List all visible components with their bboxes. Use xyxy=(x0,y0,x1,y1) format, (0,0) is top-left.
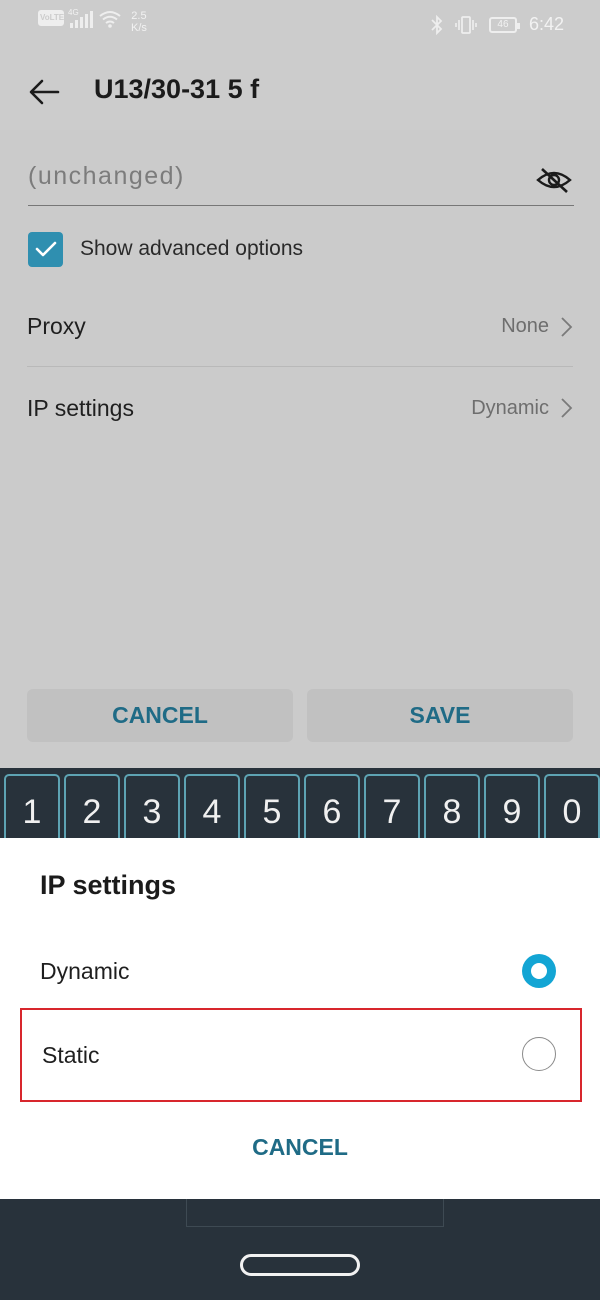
keyboard-spacebar-remnant xyxy=(186,1199,444,1227)
key-8[interactable]: 8 xyxy=(424,774,480,838)
status-left: VoLTE 4G 2.5 K/s xyxy=(38,8,147,34)
key-4[interactable]: 4 xyxy=(184,774,240,838)
dynamic-radio-selected[interactable] xyxy=(522,954,556,988)
password-field[interactable]: (unchanged) xyxy=(28,154,574,206)
show-advanced-options-row[interactable]: Show advanced options xyxy=(28,229,303,269)
key-1[interactable]: 1 xyxy=(4,774,60,838)
static-option-label: Static xyxy=(42,1042,100,1068)
eye-off-icon xyxy=(536,168,572,193)
ip-settings-label: IP settings xyxy=(27,394,134,421)
dynamic-option-label: Dynamic xyxy=(40,958,130,984)
show-advanced-checkbox[interactable] xyxy=(28,231,63,267)
network-settings-form: (unchanged) Show advanced options Proxy … xyxy=(0,130,600,770)
vibrate-icon xyxy=(455,15,477,34)
navigation-bar xyxy=(0,1199,600,1300)
clock: 6:42 xyxy=(528,14,564,34)
show-advanced-label: Show advanced options xyxy=(80,237,303,260)
speed-unit: K/s xyxy=(131,22,147,34)
back-arrow-icon xyxy=(29,79,60,105)
key-2[interactable]: 2 xyxy=(64,774,120,838)
network-speed: 2.5 K/s xyxy=(131,10,147,34)
volte-icon: VoLTE xyxy=(38,10,64,26)
ip-settings-dialog: IP settings Dynamic Static CANCEL xyxy=(0,838,600,1199)
checkmark-icon xyxy=(35,241,56,257)
home-gesture-handle[interactable] xyxy=(240,1254,360,1276)
key-9[interactable]: 9 xyxy=(484,774,540,838)
dialog-title: IP settings xyxy=(40,870,177,900)
key-3[interactable]: 3 xyxy=(124,774,180,838)
static-option[interactable]: Static xyxy=(20,1008,582,1102)
ip-settings-value: Dynamic xyxy=(471,396,549,419)
wifi-icon xyxy=(99,11,121,28)
toggle-password-visibility-button[interactable] xyxy=(534,162,574,198)
ip-settings-row[interactable]: IP settings Dynamic xyxy=(27,368,573,448)
status-bar: VoLTE 4G 2.5 K/s 46 6:42 xyxy=(0,0,600,50)
key-7[interactable]: 7 xyxy=(364,774,420,838)
key-5[interactable]: 5 xyxy=(244,774,300,838)
proxy-label: Proxy xyxy=(27,313,86,339)
key-6[interactable]: 6 xyxy=(304,774,360,838)
network-type: 4G xyxy=(68,8,79,17)
dynamic-option[interactable]: Dynamic xyxy=(20,932,582,1012)
chevron-right-icon xyxy=(561,398,573,418)
keyboard-number-row: 1 2 3 4 5 6 7 8 9 0 xyxy=(0,768,600,838)
app-bar: U13/30-31 5 f xyxy=(0,50,600,130)
cancel-button[interactable]: CANCEL xyxy=(27,689,293,742)
key-0[interactable]: 0 xyxy=(544,774,600,838)
network-name-title: U13/30-31 5 f xyxy=(94,74,260,104)
dialog-cancel-button[interactable]: CANCEL xyxy=(0,1134,600,1161)
bluetooth-icon xyxy=(431,14,443,35)
cell-signal-icon: 4G xyxy=(68,8,93,28)
static-radio-unselected[interactable] xyxy=(522,1037,556,1071)
password-value: (unchanged) xyxy=(28,162,185,190)
proxy-row[interactable]: Proxy None xyxy=(27,287,573,367)
ip-settings-value-group: Dynamic xyxy=(471,397,573,420)
proxy-value: None xyxy=(501,315,549,337)
battery-icon: 46 xyxy=(488,16,520,33)
status-right: 46 6:42 xyxy=(431,14,564,35)
proxy-value-group: None xyxy=(501,315,573,338)
chevron-right-icon xyxy=(561,316,573,337)
back-button[interactable] xyxy=(24,70,68,114)
speed-value: 2.5 xyxy=(131,10,147,22)
save-button[interactable]: SAVE xyxy=(307,689,573,742)
